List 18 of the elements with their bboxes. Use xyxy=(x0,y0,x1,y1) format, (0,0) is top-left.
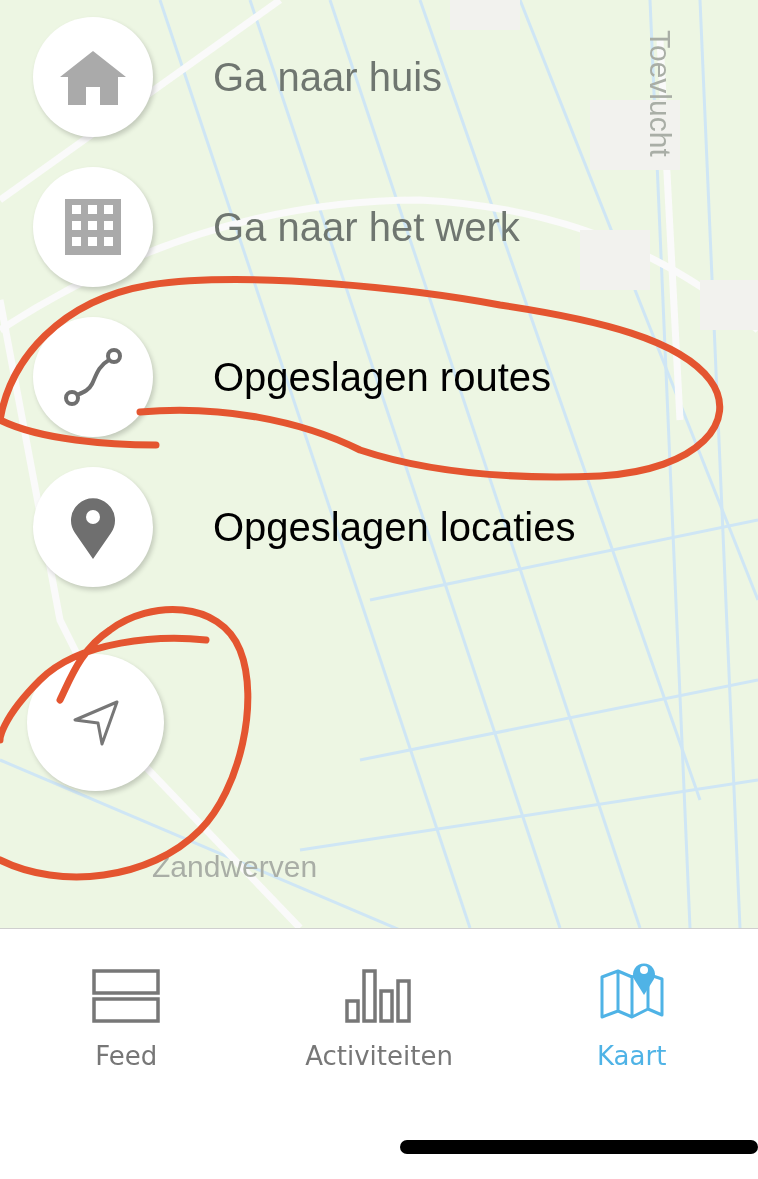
house-icon xyxy=(58,49,128,105)
feed-icon xyxy=(92,969,161,1023)
menu-item[interactable]: Opgeslagen locaties xyxy=(213,497,576,557)
menu-icon-button[interactable] xyxy=(33,467,153,587)
location-pin-icon xyxy=(70,495,116,559)
building-icon xyxy=(65,199,121,255)
menu-item[interactable]: Opgeslagen routes xyxy=(213,347,551,407)
map-label: Zandwerven xyxy=(152,852,318,882)
tab[interactable]: Kaart xyxy=(505,957,758,1076)
map-label: Toevlucht xyxy=(645,30,675,157)
menu-icon-button[interactable] xyxy=(33,167,153,287)
tab[interactable]: Activiteiten xyxy=(252,957,506,1076)
building-footprint xyxy=(580,230,650,290)
menu-icon-button[interactable] xyxy=(33,317,153,437)
bar-chart-icon xyxy=(345,969,413,1023)
route-icon xyxy=(62,346,124,408)
tab[interactable]: Feed xyxy=(0,957,253,1076)
locate-button[interactable] xyxy=(27,654,164,791)
